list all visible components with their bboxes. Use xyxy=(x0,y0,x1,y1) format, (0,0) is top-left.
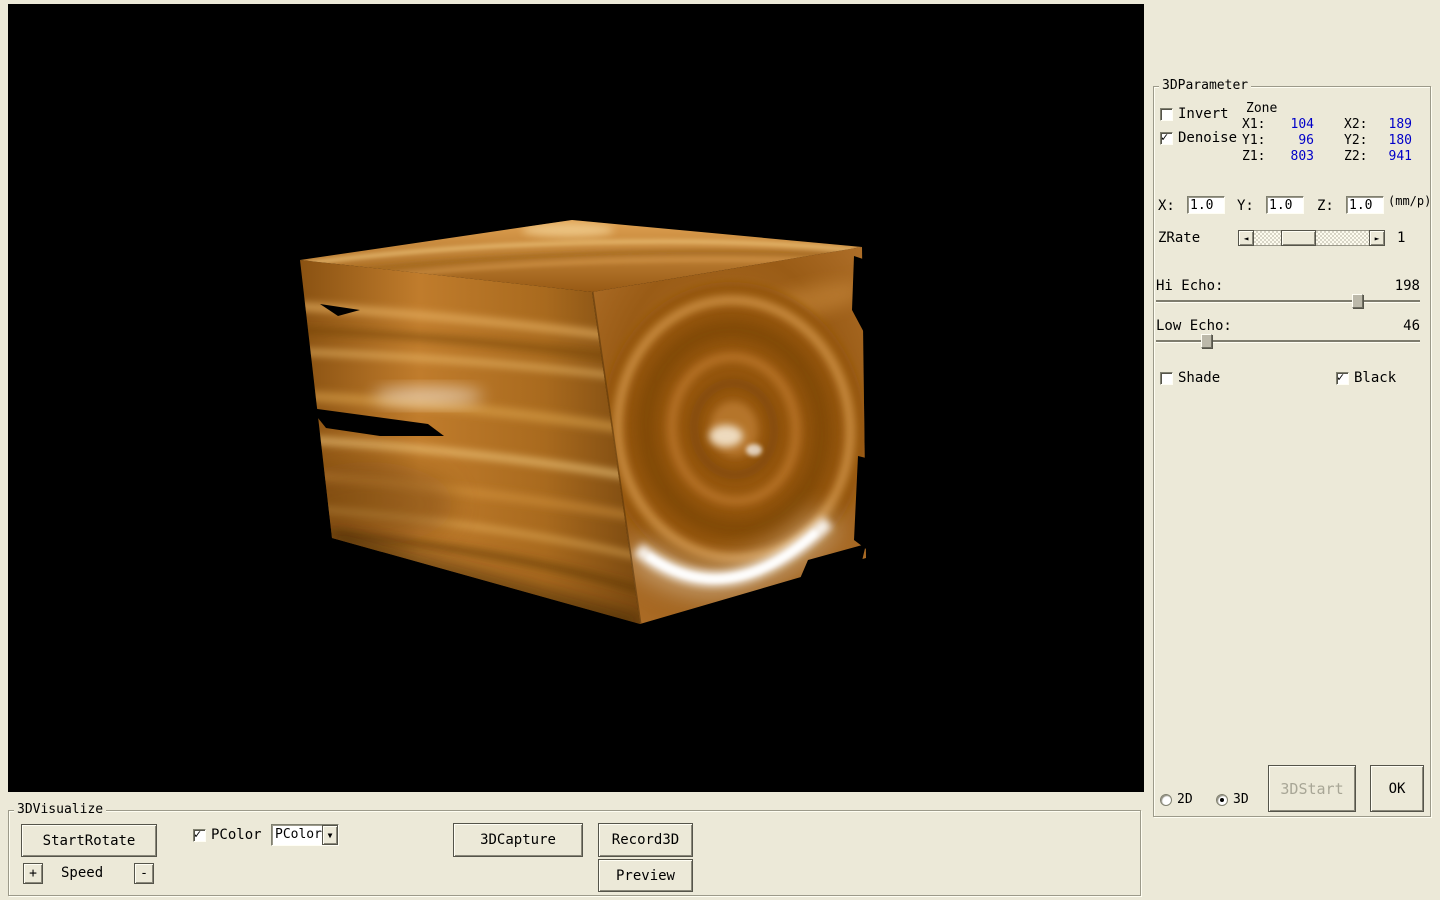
hi-echo-value: 198 xyxy=(1380,279,1420,294)
scale-unit-label: (mm/p) xyxy=(1388,195,1431,208)
visualize-groupbox: 3DVisualize StartRotate ✓ PColor PColor … xyxy=(8,810,1141,896)
shade-label: Shade xyxy=(1178,371,1220,386)
black-checkbox[interactable]: ✓ xyxy=(1336,372,1349,385)
parameter-groupbox-title: 3DParameter xyxy=(1159,78,1251,93)
zone-title: Zone xyxy=(1246,102,1277,116)
radio-2d[interactable] xyxy=(1160,794,1172,806)
shade-checkbox[interactable] xyxy=(1160,372,1173,385)
pcolor-select-arrow-button[interactable]: ▼ xyxy=(322,825,338,845)
invert-label: Invert xyxy=(1178,107,1229,122)
zone-z1-label: Z1: xyxy=(1242,150,1265,164)
speed-minus-button[interactable]: - xyxy=(134,863,154,884)
visualize-groupbox-title: 3DVisualize xyxy=(14,802,106,817)
scale-y-label: Y: xyxy=(1237,199,1254,214)
zrate-scrollbar-track[interactable] xyxy=(1254,230,1369,246)
zone-x2-value: 189 xyxy=(1372,118,1412,132)
check-icon: ✓ xyxy=(1337,371,1344,384)
denoise-checkbox[interactable]: ✓ xyxy=(1160,132,1173,145)
check-icon: ✓ xyxy=(194,828,201,841)
pcolor-checkbox-label: PColor xyxy=(211,828,262,843)
zone-x1-value: 104 xyxy=(1274,118,1314,132)
low-echo-label: Low Echo: xyxy=(1156,319,1232,334)
black-label: Black xyxy=(1354,371,1396,386)
left-arrow-icon: ◄ xyxy=(1244,234,1249,243)
check-icon: ✓ xyxy=(1161,131,1168,144)
speed-plus-button[interactable]: + xyxy=(23,863,43,884)
scale-z-label: Z: xyxy=(1317,199,1334,214)
radio-3d-label: 3D xyxy=(1233,793,1249,807)
pcolor-checkbox[interactable]: ✓ xyxy=(193,829,206,842)
zrate-scrollbar[interactable]: ◄ ► xyxy=(1238,230,1385,246)
zrate-value: 1 xyxy=(1397,231,1405,246)
hi-echo-slider-track[interactable] xyxy=(1156,300,1420,302)
zrate-scroll-left-button[interactable]: ◄ xyxy=(1238,230,1254,246)
low-echo-slider-thumb[interactable] xyxy=(1201,334,1212,348)
zone-y1-value: 96 xyxy=(1274,134,1314,148)
scale-x-label: X: xyxy=(1158,199,1175,214)
pcolor-select-value: PColor xyxy=(272,825,322,845)
zone-z1-value: 803 xyxy=(1274,150,1314,164)
zone-x1-label: X1: xyxy=(1242,118,1265,132)
render-viewport[interactable] xyxy=(8,4,1144,792)
scale-y-input[interactable] xyxy=(1266,196,1304,214)
scale-z-input[interactable] xyxy=(1346,196,1384,214)
zrate-scroll-right-button[interactable]: ► xyxy=(1369,230,1385,246)
radio-3d[interactable] xyxy=(1216,794,1228,806)
zone-z2-label: Z2: xyxy=(1344,150,1367,164)
invert-checkbox[interactable] xyxy=(1160,108,1173,121)
hi-echo-label: Hi Echo: xyxy=(1156,279,1223,294)
zrate-scrollbar-thumb[interactable] xyxy=(1281,230,1316,246)
capture-3d-button[interactable]: 3DCapture xyxy=(453,823,583,857)
zone-y2-value: 180 xyxy=(1372,134,1412,148)
record-3d-button[interactable]: Record3D xyxy=(598,823,693,857)
scale-x-input[interactable] xyxy=(1187,196,1225,214)
radio-2d-label: 2D xyxy=(1177,793,1193,807)
denoise-label: Denoise xyxy=(1178,131,1237,146)
zone-z2-value: 941 xyxy=(1372,150,1412,164)
preview-button[interactable]: Preview xyxy=(598,859,693,892)
speed-label: Speed xyxy=(61,866,103,881)
hi-echo-slider-thumb[interactable] xyxy=(1352,294,1363,308)
ok-button[interactable]: OK xyxy=(1370,765,1424,812)
zone-y1-label: Y1: xyxy=(1242,134,1265,148)
zone-x2-label: X2: xyxy=(1344,118,1367,132)
ultrasound-volume-render[interactable] xyxy=(8,4,1144,792)
zrate-label: ZRate xyxy=(1158,231,1200,246)
chevron-down-icon: ▼ xyxy=(328,831,333,840)
low-echo-value: 46 xyxy=(1380,319,1420,334)
pcolor-select[interactable]: PColor ▼ xyxy=(271,824,339,846)
low-echo-slider-track[interactable] xyxy=(1156,340,1420,342)
right-arrow-icon: ► xyxy=(1375,234,1380,243)
zone-y2-label: Y2: xyxy=(1344,134,1367,148)
start-rotate-button[interactable]: StartRotate xyxy=(21,824,157,857)
start-3d-button[interactable]: 3DStart xyxy=(1268,765,1356,812)
app-window: 3DParameter Invert ✓ Denoise Zone X1: 10… xyxy=(0,0,1440,900)
parameter-groupbox: 3DParameter Invert ✓ Denoise Zone X1: 10… xyxy=(1153,86,1431,817)
